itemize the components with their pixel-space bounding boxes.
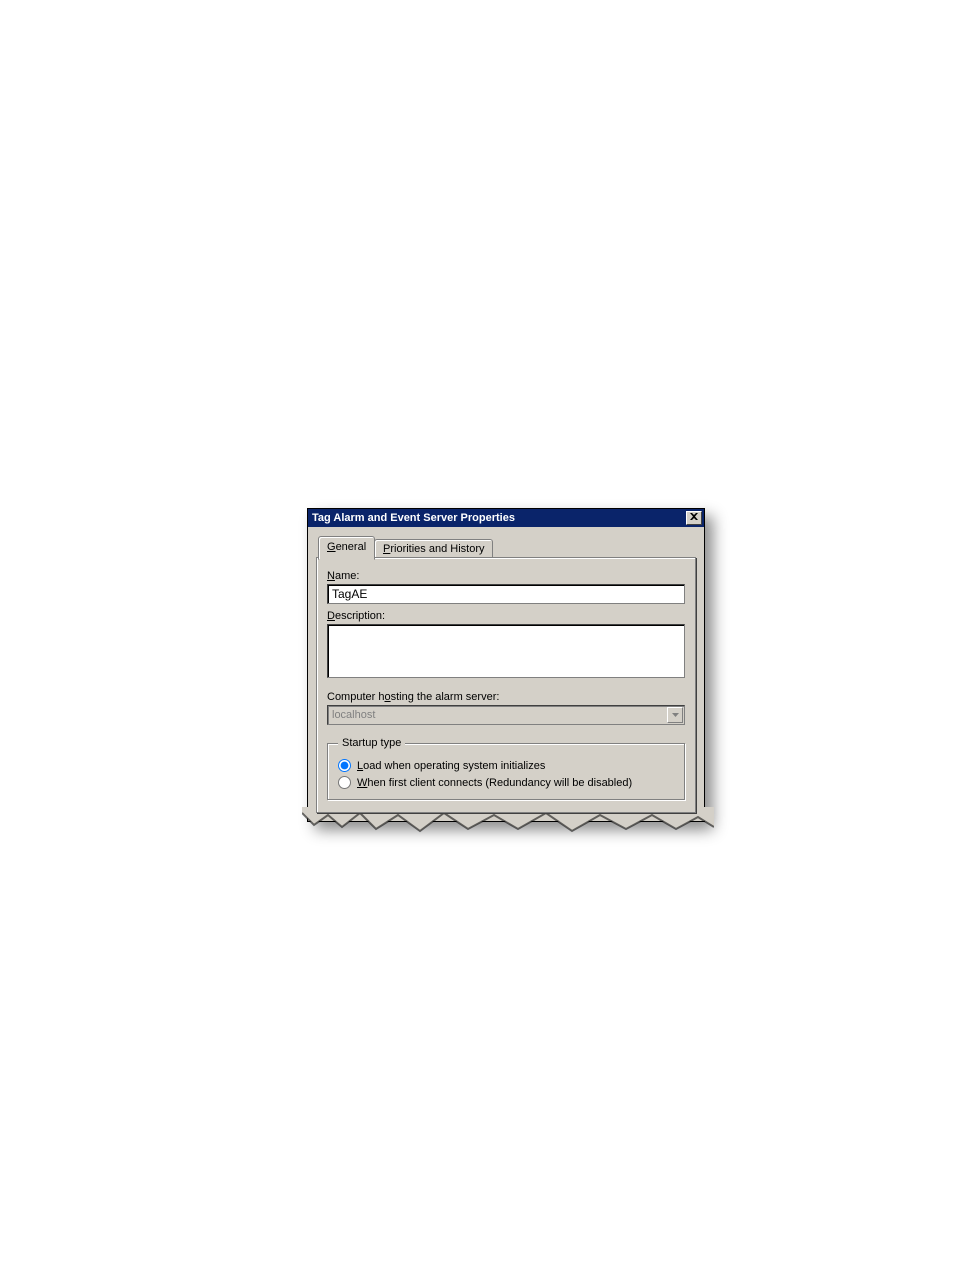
- name-label: Name:: [327, 570, 685, 582]
- startup-type-legend: Startup type: [338, 737, 405, 749]
- dialog-client-area: General Priorities and History Name: Des…: [308, 527, 704, 821]
- description-label-ul: D: [327, 610, 335, 622]
- close-button[interactable]: [686, 511, 702, 525]
- host-value: localhost: [332, 709, 375, 721]
- tab-general-underline: G: [327, 541, 336, 553]
- description-label-rest: escription:: [335, 610, 385, 622]
- radio-client-rest: hen first client connects (Redundancy wi…: [367, 777, 632, 789]
- host-label-post: sting the alarm server:: [391, 691, 500, 703]
- dialog-title: Tag Alarm and Event Server Properties: [312, 509, 515, 527]
- radio-client-ul: W: [357, 777, 367, 789]
- tab-priorities-history[interactable]: Priorities and History: [374, 539, 493, 558]
- tab-panel-general: Name: Description: Computer hosting the …: [316, 557, 696, 813]
- description-label: Description:: [327, 610, 685, 622]
- tab-general-rest: eneral: [336, 541, 367, 553]
- host-label: Computer hosting the alarm server:: [327, 691, 685, 703]
- name-label-ul: N: [327, 570, 335, 582]
- startup-type-group: Startup type Load when operating system …: [327, 737, 685, 800]
- tab-strip: General Priorities and History: [316, 537, 696, 558]
- radio-load-os-input[interactable]: [338, 759, 351, 772]
- close-icon: [690, 509, 698, 527]
- tab-priorities-rest: riorities and History: [390, 543, 484, 555]
- radio-load-os-label: Load when operating system initializes: [357, 760, 545, 772]
- radio-load-rest: oad when operating system initializes: [363, 760, 545, 772]
- radio-first-client[interactable]: When first client connects (Redundancy w…: [338, 776, 674, 789]
- radio-first-client-input[interactable]: [338, 776, 351, 789]
- name-input[interactable]: [327, 584, 685, 604]
- radio-load-os[interactable]: Load when operating system initializes: [338, 759, 674, 772]
- host-label-pre: Computer h: [327, 691, 384, 703]
- name-label-rest: ame:: [335, 570, 359, 582]
- radio-first-client-label: When first client connects (Redundancy w…: [357, 777, 632, 789]
- properties-dialog: Tag Alarm and Event Server Properties Ge…: [307, 508, 705, 822]
- titlebar[interactable]: Tag Alarm and Event Server Properties: [308, 509, 704, 527]
- tab-general[interactable]: General: [318, 536, 375, 560]
- description-textarea[interactable]: [327, 624, 685, 678]
- chevron-down-icon: [667, 707, 683, 723]
- host-combobox: localhost: [327, 705, 685, 725]
